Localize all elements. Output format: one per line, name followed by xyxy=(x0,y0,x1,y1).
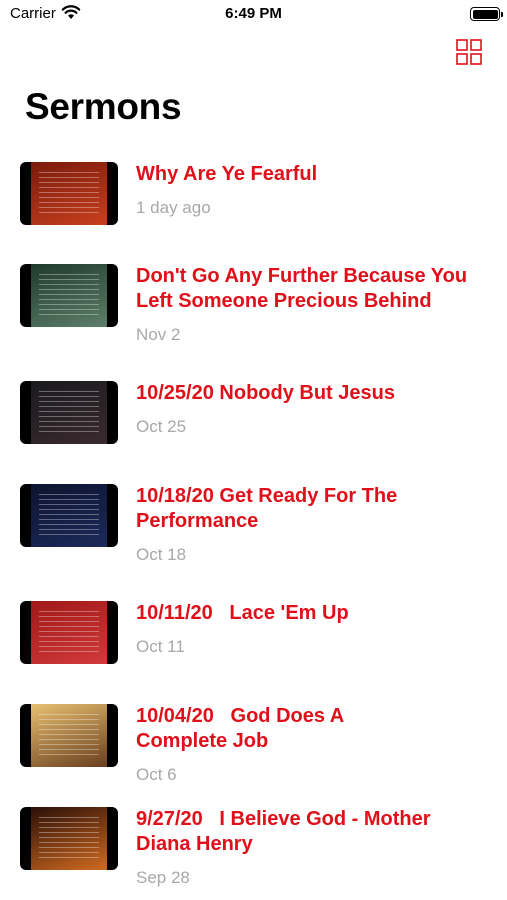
sermon-date: Oct 18 xyxy=(136,545,187,564)
sermon-thumbnail xyxy=(20,601,118,664)
sermon-date: Sep 28 xyxy=(136,868,190,887)
sermon-thumbnail xyxy=(20,484,118,547)
sermon-date: Oct 11 xyxy=(136,637,185,656)
sermon-thumbnail xyxy=(20,704,118,767)
sermon-thumbnail xyxy=(20,381,118,444)
sermon-title: Performance xyxy=(136,510,259,532)
sermon-title: Why Are Ye Fearful xyxy=(136,163,318,185)
sermon-list: Why Are Ye Fearful 1 day ago Don't Go Any … xyxy=(0,0,507,900)
sermon-title: 10/11/20 Lace 'Em Up xyxy=(136,602,349,624)
sermon-title: 10/18/20 Get Ready For The xyxy=(136,485,398,507)
sermon-title: 10/25/20 Nobody But Jesus xyxy=(136,382,395,404)
sermon-date: Oct 6 xyxy=(136,765,177,784)
sermon-thumbnail xyxy=(20,264,118,327)
sermon-title: 10/04/20 God Does A xyxy=(136,705,345,727)
sermon-title: 9/27/20 I Believe God - Mother xyxy=(136,808,431,830)
sermon-thumbnail xyxy=(20,162,118,225)
sermon-title: Diana Henry xyxy=(136,833,253,855)
sermon-date: 1 day ago xyxy=(136,198,211,217)
sermon-title: Don't Go Any Further Because You xyxy=(136,265,468,287)
sermon-title: Complete Job xyxy=(136,730,269,752)
sermon-thumbnail xyxy=(20,807,118,870)
sermon-date: Oct 25 xyxy=(136,417,187,436)
sermon-date: Nov 2 xyxy=(136,325,181,344)
sermon-title: Left Someone Precious Behind xyxy=(136,290,432,312)
